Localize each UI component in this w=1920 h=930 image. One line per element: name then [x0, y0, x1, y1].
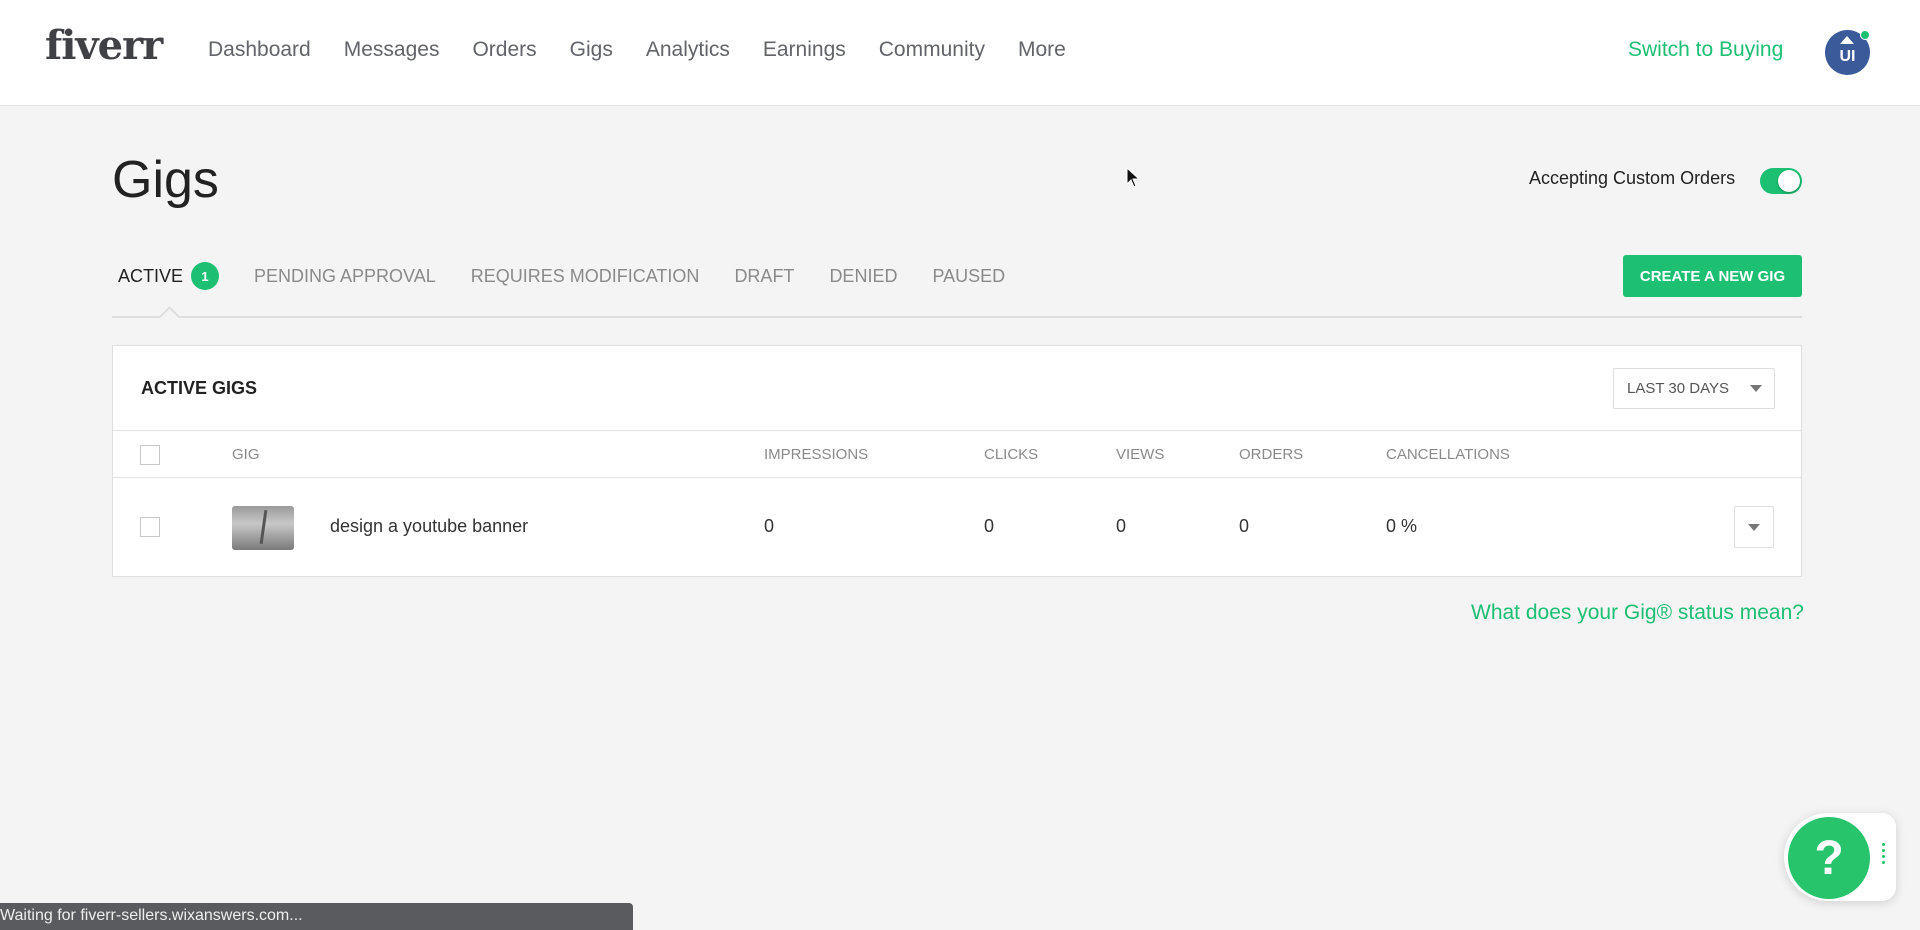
col-cancellations[interactable]: CANCELLATIONS: [1386, 446, 1510, 463]
tab-draft[interactable]: DRAFT: [734, 266, 794, 287]
tab-active[interactable]: ACTIVE 1: [118, 262, 220, 290]
table-row: design a youtube banner 0 0 0 0 0 %: [113, 478, 1801, 576]
active-gigs-card: ACTIVE GIGS LAST 30 DAYS GIG IMPRESSIONS…: [112, 345, 1802, 577]
help-button[interactable]: ?: [1788, 817, 1870, 899]
date-range-select[interactable]: LAST 30 DAYS: [1613, 368, 1775, 409]
page-title: Gigs: [112, 151, 219, 209]
chevron-down-icon: [1748, 524, 1760, 531]
online-status-dot: [1860, 30, 1870, 40]
level-up-icon: [1840, 36, 1854, 44]
create-new-gig-button[interactable]: CREATE A NEW GIG: [1623, 255, 1802, 297]
gig-thumbnail[interactable]: [232, 506, 294, 550]
more-options-icon[interactable]: [1882, 843, 1886, 864]
tab-pending-approval[interactable]: PENDING APPROVAL: [254, 266, 436, 287]
col-views[interactable]: VIEWS: [1116, 446, 1164, 463]
nav-orders[interactable]: Orders: [472, 38, 536, 62]
col-gig: GIG: [232, 446, 260, 463]
impressions-value: 0: [764, 516, 775, 536]
nav-community[interactable]: Community: [879, 38, 985, 62]
nav-gigs[interactable]: Gigs: [570, 38, 613, 62]
col-orders[interactable]: ORDERS: [1239, 446, 1303, 463]
tab-paused[interactable]: PAUSED: [932, 266, 1005, 287]
main-nav: Dashboard Messages Orders Gigs Analytics…: [208, 38, 1099, 62]
user-avatar[interactable]: UI: [1825, 30, 1870, 75]
custom-orders-label: Accepting Custom Orders: [1529, 168, 1736, 188]
tab-label: ACTIVE: [118, 265, 184, 286]
views-value: 0: [1116, 516, 1127, 536]
clicks-value: 0: [984, 516, 995, 536]
table-header: GIG IMPRESSIONS CLICKS VIEWS ORDERS CANC…: [113, 430, 1801, 478]
nav-analytics[interactable]: Analytics: [646, 38, 730, 62]
card-title: ACTIVE GIGS: [141, 378, 258, 398]
nav-messages[interactable]: Messages: [344, 38, 440, 62]
tabs-divider: [112, 316, 1802, 318]
col-clicks[interactable]: CLICKS: [984, 446, 1038, 463]
nav-earnings[interactable]: Earnings: [763, 38, 846, 62]
browser-status-bar: Waiting for fiverr-sellers.wixanswers.co…: [0, 903, 633, 930]
col-impressions[interactable]: IMPRESSIONS: [764, 446, 868, 463]
custom-orders-toggle[interactable]: [1760, 168, 1802, 194]
tab-requires-modification[interactable]: REQUIRES MODIFICATION: [471, 266, 700, 287]
tab-denied[interactable]: DENIED: [829, 266, 897, 287]
row-checkbox[interactable]: [140, 517, 160, 537]
chevron-down-icon: [1750, 385, 1762, 392]
nav-more[interactable]: More: [1018, 38, 1066, 62]
orders-value: 0: [1239, 516, 1250, 536]
nav-dashboard[interactable]: Dashboard: [208, 38, 311, 62]
fiverr-logo[interactable]: fiverr: [45, 22, 163, 69]
question-mark-icon: ?: [1814, 831, 1844, 885]
cancellations-value: 0 %: [1386, 516, 1418, 536]
gig-title[interactable]: design a youtube banner: [330, 516, 528, 537]
select-all-checkbox[interactable]: [140, 445, 160, 465]
date-range-value: LAST 30 DAYS: [1627, 380, 1729, 397]
switch-to-buying-link[interactable]: Switch to Buying: [1628, 38, 1783, 62]
active-tab-indicator: [157, 305, 181, 318]
toggle-knob: [1778, 170, 1800, 192]
gig-status-tabs: ACTIVE 1 PENDING APPROVAL REQUIRES MODIF…: [112, 262, 1040, 290]
help-widget: ?: [1784, 813, 1896, 901]
avatar-initials: UI: [1839, 47, 1856, 65]
top-header: fiverr Dashboard Messages Orders Gigs An…: [0, 0, 1920, 106]
active-count-badge: 1: [191, 262, 220, 290]
gig-status-help-link[interactable]: What does your Gig® status mean?: [1471, 601, 1804, 625]
row-actions-dropdown[interactable]: [1734, 506, 1774, 548]
